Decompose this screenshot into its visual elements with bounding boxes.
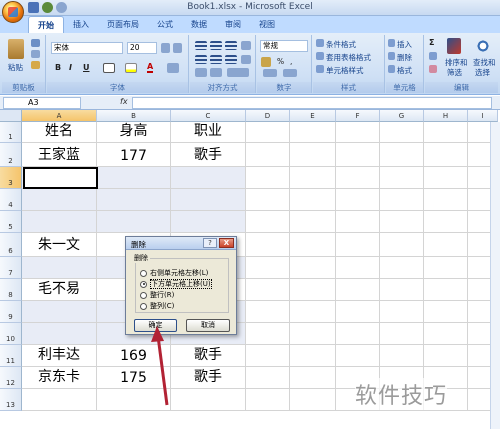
annotation-arrow: [151, 326, 169, 406]
office-button[interactable]: [2, 1, 24, 23]
arrow-head: [151, 326, 164, 342]
watermark: 软件技巧: [355, 378, 448, 410]
arrow-shaft: [156, 335, 169, 406]
office-logo-icon: [8, 7, 18, 17]
